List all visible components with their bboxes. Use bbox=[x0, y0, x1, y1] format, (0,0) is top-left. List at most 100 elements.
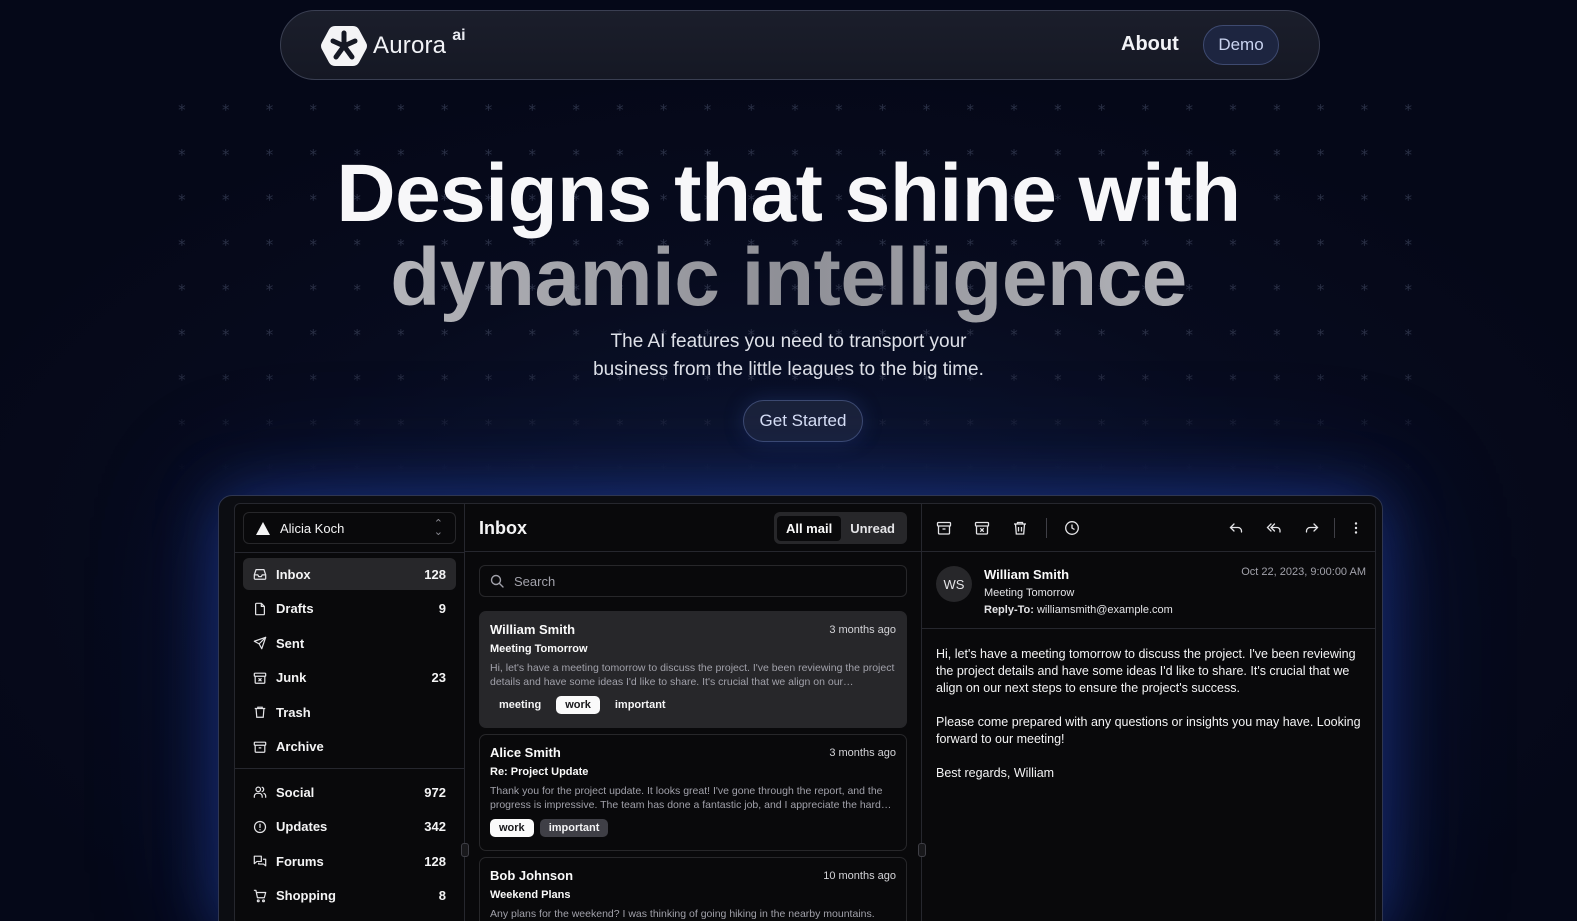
archive-x-icon bbox=[253, 671, 267, 685]
forward-icon[interactable] bbox=[1304, 520, 1320, 536]
sidebar-item-shopping[interactable]: Shopping 8 bbox=[243, 880, 456, 912]
star-glyph: * bbox=[528, 101, 537, 119]
alert-circle-icon bbox=[253, 820, 267, 834]
reader-reply-to: Reply-To: williamsmith@example.com bbox=[984, 604, 1173, 616]
star-glyph: * bbox=[1316, 416, 1325, 434]
star-glyph: * bbox=[1097, 101, 1106, 119]
reader-date: Oct 22, 2023, 9:00:00 AM bbox=[1241, 566, 1366, 578]
brand-name: Aurora bbox=[373, 32, 447, 59]
star-glyph: * bbox=[309, 101, 318, 119]
star-glyph: * bbox=[397, 101, 405, 119]
users-icon bbox=[253, 785, 267, 799]
sidebar-item-trash[interactable]: Trash bbox=[243, 696, 456, 728]
hero-title-line1: Designs that shine with bbox=[336, 148, 1241, 239]
mail-list-item[interactable]: Bob Johnson 10 months ago Weekend Plans … bbox=[479, 857, 907, 921]
mail-list-item[interactable]: William Smith 3 months ago Meeting Tomor… bbox=[479, 611, 907, 728]
star-glyph: * bbox=[309, 461, 318, 478]
sidebar-item-forums[interactable]: Forums 128 bbox=[243, 845, 456, 877]
reader-paragraph: Please come prepared with any questions … bbox=[936, 715, 1361, 746]
chevrons-up-down-icon: ⌃ ⌄ bbox=[433, 518, 443, 538]
star-glyph: * bbox=[1316, 101, 1325, 119]
star-glyph: * bbox=[835, 101, 843, 119]
hero-subtitle-line2: business from the little leagues to the … bbox=[593, 359, 984, 380]
star-glyph: * bbox=[1229, 101, 1237, 119]
sidebar-item-sent[interactable]: Sent bbox=[243, 627, 456, 659]
star-glyph: * bbox=[178, 416, 186, 434]
reply-icon[interactable] bbox=[1228, 520, 1244, 536]
sidebar-item-junk[interactable]: Junk 23 bbox=[243, 662, 456, 694]
star-glyph: * bbox=[1185, 461, 1193, 478]
reply-all-icon[interactable] bbox=[1266, 520, 1282, 536]
star-glyph: * bbox=[572, 416, 580, 434]
trash-icon[interactable] bbox=[1012, 520, 1028, 536]
mail-list-item[interactable]: Alice Smith 3 months ago Re: Project Upd… bbox=[479, 734, 907, 851]
search-icon bbox=[490, 574, 504, 588]
mail-tag[interactable]: meeting bbox=[490, 696, 550, 714]
landing-page: * * * * * * * * * * * * * * * * * * * * * * * * * * * * * * * * * * * * * * * *… bbox=[0, 0, 1577, 921]
star-glyph: * bbox=[1141, 416, 1150, 434]
star-glyph: * bbox=[1054, 461, 1062, 478]
star-glyph: * bbox=[1010, 101, 1018, 119]
mail-tags: work important bbox=[490, 819, 896, 837]
brand-logo[interactable]: Aurora ai bbox=[321, 24, 466, 68]
star-glyph: * bbox=[178, 461, 186, 478]
clock-icon[interactable] bbox=[1064, 520, 1080, 536]
mail-list-panel: Inbox All mail Unread William Smith 3 mo… bbox=[465, 504, 922, 921]
sidebar-divider bbox=[235, 768, 464, 769]
star-glyph: * bbox=[265, 101, 274, 119]
sidebar-item-updates[interactable]: Updates 342 bbox=[243, 811, 456, 843]
star-glyph: * bbox=[1360, 461, 1369, 478]
reader-paragraph: Hi, let's have a meeting tomorrow to dis… bbox=[936, 647, 1356, 695]
account-switcher[interactable]: Alicia Koch ⌃ ⌄ bbox=[243, 512, 456, 544]
mail-tag[interactable]: work bbox=[556, 696, 600, 714]
star-glyph: * bbox=[572, 461, 580, 478]
get-started-button[interactable]: Get Started bbox=[743, 400, 863, 442]
star-glyph: * bbox=[966, 461, 974, 478]
nav-about-link[interactable]: About bbox=[1121, 33, 1179, 56]
star-glyph: * bbox=[1273, 461, 1281, 478]
star-glyph: * bbox=[703, 461, 712, 478]
star-glyph: * bbox=[1316, 461, 1325, 478]
reader-divider bbox=[922, 628, 1375, 629]
sidebar-item-count: 23 bbox=[431, 670, 446, 685]
sidebar-item-label: Trash bbox=[276, 704, 311, 720]
sidebar-item-archive[interactable]: Archive bbox=[243, 731, 456, 763]
mail-time: 3 months ago bbox=[829, 624, 896, 636]
star-glyph: * bbox=[922, 416, 931, 434]
mail-sidebar: Alicia Koch ⌃ ⌄ Inbox 128 Drafts 9 Sent J… bbox=[235, 504, 465, 921]
mail-tag[interactable]: work bbox=[490, 819, 534, 837]
mail-subject: Meeting Tomorrow bbox=[490, 643, 588, 655]
mail-tags: meeting work important bbox=[490, 696, 896, 714]
toolbar-divider bbox=[1046, 518, 1047, 538]
mail-tag[interactable]: important bbox=[606, 696, 675, 714]
mail-tag[interactable]: important bbox=[539, 819, 609, 837]
sidebar-item-label: Shopping bbox=[276, 888, 336, 903]
star-glyph: * bbox=[922, 461, 931, 478]
star-glyph: * bbox=[616, 416, 624, 434]
sidebar-item-social[interactable]: Social 972 bbox=[243, 776, 456, 808]
tab-unread[interactable]: Unread bbox=[841, 516, 904, 541]
search-input[interactable] bbox=[512, 572, 896, 590]
more-vertical-icon[interactable] bbox=[1348, 520, 1364, 536]
sidebar-item-label: Drafts bbox=[276, 601, 314, 616]
star-glyph: * bbox=[878, 416, 887, 434]
star-glyph: * bbox=[1273, 101, 1281, 119]
star-glyph: * bbox=[309, 416, 318, 434]
star-glyph: * bbox=[1185, 416, 1193, 434]
sidebar-item-inbox[interactable]: Inbox 128 bbox=[243, 558, 456, 590]
star-glyph: * bbox=[1229, 416, 1237, 434]
star-glyph: * bbox=[966, 101, 974, 119]
trash-icon bbox=[253, 705, 267, 719]
star-glyph: * bbox=[878, 461, 887, 478]
archive-x-icon[interactable] bbox=[974, 520, 990, 536]
asterisk-hexagon-icon bbox=[321, 24, 367, 68]
star-glyph: * bbox=[397, 461, 405, 478]
star-glyph: * bbox=[747, 461, 756, 478]
tab-all-mail[interactable]: All mail bbox=[776, 515, 842, 541]
nav-demo-button[interactable]: Demo bbox=[1203, 25, 1279, 65]
star-glyph: * bbox=[1404, 416, 1412, 434]
archive-icon[interactable] bbox=[936, 520, 952, 536]
sidebar-item-drafts[interactable]: Drafts 9 bbox=[243, 593, 456, 625]
list-header-divider bbox=[465, 551, 921, 552]
sidebar-item-count: 128 bbox=[424, 566, 446, 582]
